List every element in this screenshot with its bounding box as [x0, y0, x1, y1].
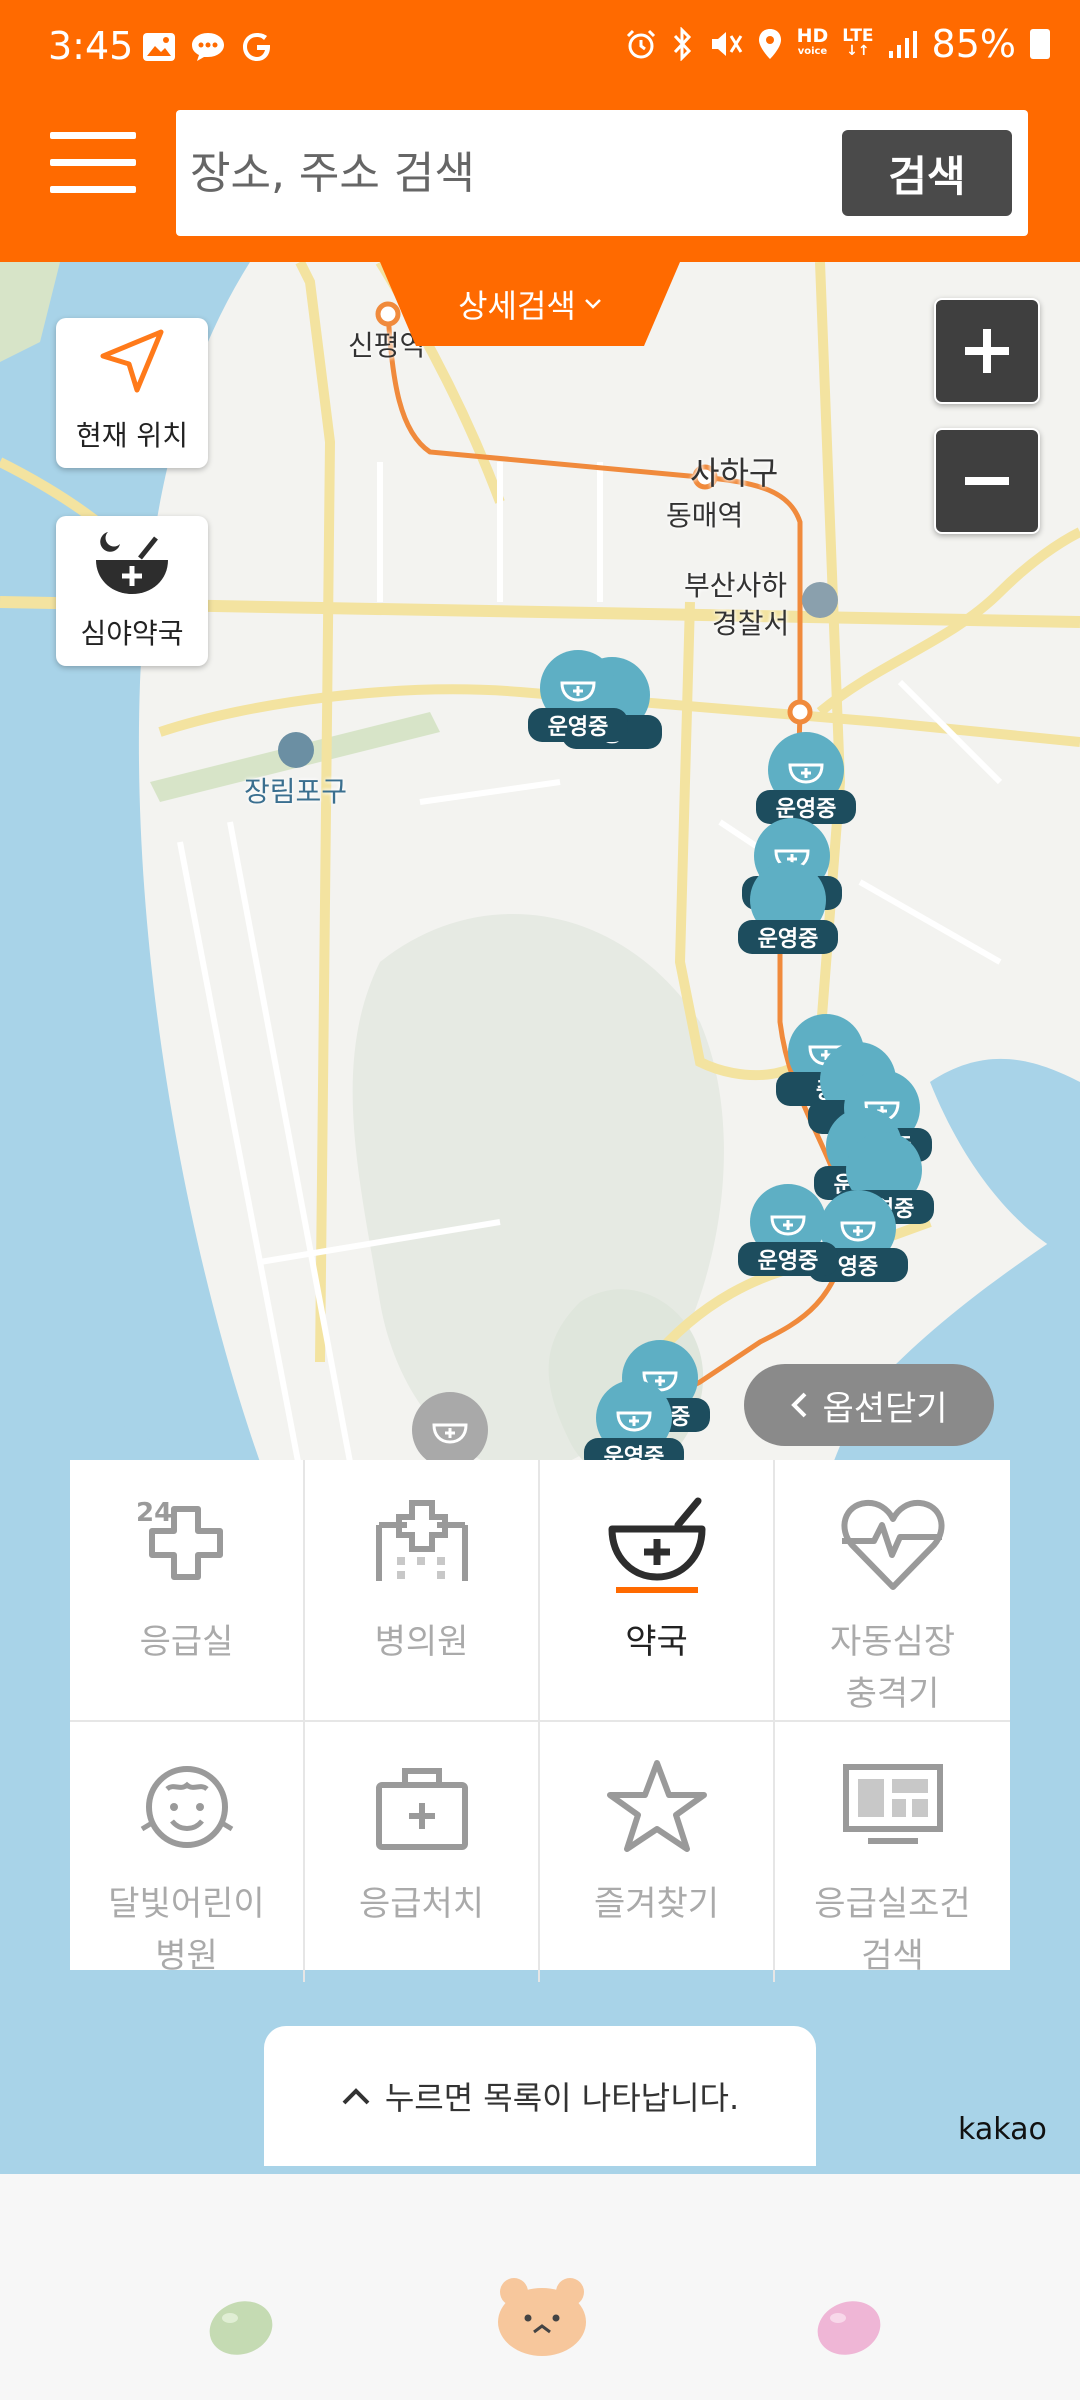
- status-bar: 3:45 HD voice LTE ↓↑ 85%: [0, 0, 1080, 100]
- navigation-arrow-icon: [100, 329, 164, 393]
- night-pharmacy-button[interactable]: 심야약국: [56, 516, 208, 666]
- system-icons: HD voice LTE ↓↑ 85%: [625, 22, 1050, 66]
- lte-indicator: LTE ↓↑: [842, 26, 874, 59]
- battery-percent: 85%: [931, 22, 1016, 66]
- battery-icon: [1030, 29, 1050, 59]
- category-moonlight-children-hospital[interactable]: 달빛어린이 병원: [70, 1722, 305, 1982]
- pharmacy-marker[interactable]: 운영중: [738, 862, 838, 962]
- night-pharmacy-label: 심야약국: [80, 617, 184, 650]
- zoom-out-button[interactable]: [934, 428, 1040, 534]
- district-label-saha: 사하구: [690, 454, 779, 492]
- hd-voice-indicator: HD voice: [796, 25, 829, 58]
- category-pharmacy[interactable]: 약국: [540, 1460, 775, 1722]
- police-label-line2: 경찰서: [712, 607, 790, 640]
- station-label-dongmae: 동매역: [666, 499, 744, 532]
- pharmacy-marker[interactable]: 운영중: [528, 650, 628, 750]
- pharmacy-bowl-icon: [432, 1423, 468, 1444]
- hospital-icon: [357, 1490, 487, 1600]
- category-er-condition-search[interactable]: 응급실조건 검색: [775, 1722, 1010, 1982]
- detail-search-tab[interactable]: 상세검색: [380, 262, 680, 346]
- police-label-line1: 부산사하: [684, 569, 788, 602]
- emergency-24-icon: 24: [122, 1490, 252, 1600]
- pharmacy-bowl-icon: [592, 1490, 722, 1600]
- search-button[interactable]: 검색: [842, 130, 1012, 216]
- first-aid-kit-icon: [357, 1752, 487, 1862]
- category-emergency-room[interactable]: 24 응급실: [70, 1460, 305, 1722]
- bottom-navigation: [0, 2174, 1080, 2400]
- zoom-in-button[interactable]: [934, 298, 1040, 404]
- pharmacy-bowl-icon: [560, 681, 596, 702]
- list-hint-label: 누르면 목록이 나타납니다.: [384, 2079, 740, 2117]
- chevron-down-icon: [584, 299, 601, 309]
- nav-pink-bean-icon[interactable]: [814, 2296, 884, 2364]
- chat-icon: [192, 33, 224, 61]
- pharmacy-bowl-icon: [616, 1411, 652, 1432]
- heart-pulse-icon: [828, 1490, 958, 1600]
- location-icon: [758, 29, 781, 59]
- plus-icon: [965, 329, 1009, 373]
- menu-button[interactable]: [50, 132, 136, 194]
- chevron-up-icon: [342, 2088, 370, 2105]
- star-icon: [592, 1752, 722, 1862]
- category-aed[interactable]: 자동심장 충격기: [775, 1460, 1010, 1722]
- kakao-map-logo: kakao: [958, 2112, 1047, 2147]
- mute-icon: [711, 32, 742, 56]
- close-options-label: 옵션닫기: [822, 1388, 948, 1429]
- current-location-label: 현재 위치: [76, 419, 188, 452]
- nav-bear-face-icon[interactable]: [496, 2274, 588, 2362]
- category-first-aid[interactable]: 응급처치: [305, 1722, 540, 1982]
- chevron-left-icon: [791, 1392, 807, 1418]
- child-face-icon: [122, 1752, 252, 1862]
- minus-icon: [965, 477, 1009, 485]
- pharmacy-bowl-icon: [788, 763, 824, 784]
- category-grid: 24 응급실 병의원 약국 자동심장 충격기 달빛어린이 병원 응급처치 즐겨찾…: [70, 1460, 1010, 1982]
- notification-icons: [142, 30, 274, 64]
- signal-icon: [888, 31, 917, 58]
- nav-green-bean-icon[interactable]: [206, 2296, 276, 2364]
- google-icon: [243, 33, 270, 61]
- category-favorites[interactable]: 즐겨찾기: [540, 1722, 775, 1982]
- night-pharmacy-icon: [96, 532, 168, 594]
- search-input[interactable]: [190, 130, 790, 216]
- bluetooth-icon: [673, 27, 691, 61]
- pharmacy-bowl-icon: [770, 1215, 806, 1236]
- list-toggle-hint[interactable]: 누르면 목록이 나타납니다.: [264, 2026, 816, 2166]
- pharmacy-bowl-icon: [840, 1221, 876, 1242]
- app-header: 3:45 HDvoice LTE↓↑ 85% 검색: [0, 0, 1080, 262]
- detail-search-label: 상세검색: [458, 287, 576, 325]
- gallery-icon: [143, 33, 175, 61]
- alarm-icon: [626, 29, 655, 59]
- pharmacy-marker[interactable]: 운영중: [756, 732, 856, 832]
- current-location-button[interactable]: 현재 위치: [56, 318, 208, 468]
- monitor-icon: [828, 1752, 958, 1862]
- close-options-button[interactable]: 옵션닫기: [744, 1364, 994, 1446]
- pharmacy-marker[interactable]: 운영중: [738, 1184, 838, 1284]
- svg-text:24: 24: [136, 1498, 172, 1528]
- search-bar: 검색: [176, 110, 1028, 236]
- category-hospital[interactable]: 병의원: [305, 1460, 540, 1722]
- port-label-jangnim: 장림포구: [244, 775, 348, 808]
- status-time: 3:45: [48, 24, 134, 68]
